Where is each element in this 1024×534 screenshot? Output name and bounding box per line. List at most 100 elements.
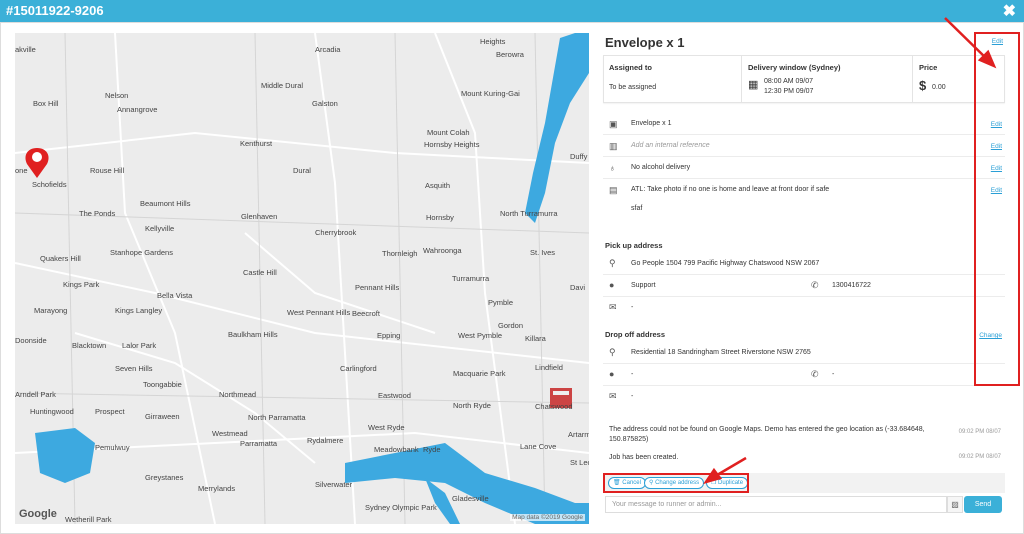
dropoff-phone: - <box>832 371 835 378</box>
change-address-label: Change address <box>655 480 700 486</box>
phone-icon: ✆ <box>811 280 819 290</box>
phone-icon: ✆ <box>811 369 819 379</box>
map-place-label: Kellyville <box>145 224 175 233</box>
message-log: The address could not be found on Google… <box>603 421 1005 473</box>
pickup-phone: 1300416722 <box>832 282 871 289</box>
map-attribution[interactable]: Map data ©2019 Google <box>510 514 585 521</box>
map-place-label: North Parramatta <box>248 413 306 422</box>
map-place-label: Davi <box>570 283 586 292</box>
document-icon: ▤ <box>609 185 618 195</box>
map-place-label: Blacktown <box>72 341 107 350</box>
window-start: 08:00 AM 09/07 <box>764 78 814 85</box>
user-icon: ● <box>609 369 615 379</box>
detail-text: No alcohol delivery <box>631 164 691 171</box>
duplicate-button[interactable]: ❐ Duplicate <box>706 477 749 489</box>
map-place-label: Ryde <box>423 445 441 454</box>
briefcase-icon: ▣ <box>609 119 618 129</box>
map-place-label: Hornsby Heights <box>424 140 480 149</box>
map-place-label: Dural <box>293 166 311 175</box>
map-place-label: North Turramurra <box>500 209 558 218</box>
assigned-value: To be assigned <box>609 84 657 91</box>
edit-package-link[interactable]: Edit <box>992 38 1003 45</box>
message-text: Job has been created. <box>609 454 679 461</box>
calendar-icon: ▦ <box>748 79 759 91</box>
map-place-label: Turramurra <box>452 274 490 283</box>
map-place-label: Chatswood <box>535 402 573 411</box>
job-summary-box: Assigned to To be assigned Delivery wind… <box>603 55 1005 103</box>
map-place-label: Carlingford <box>340 364 377 373</box>
message-time: 09:02 PM 08/07 <box>958 429 1001 435</box>
map-place-label: Macquarie Park <box>453 369 506 378</box>
map-place-label: Pymble <box>488 298 514 307</box>
pickup-email-row: ✉ - <box>603 297 1005 319</box>
map-place-label: Pennant Hills <box>355 283 400 292</box>
dropoff-email: - <box>631 393 634 400</box>
map-place-label: Seven Hills <box>115 364 153 373</box>
map-place-label: Westmead <box>212 429 248 438</box>
map-place-label: Eastwood <box>378 391 411 400</box>
map-place-label: Huntingwood <box>30 407 74 416</box>
detail-text: ATL: Take photo if no one is home and le… <box>631 186 830 193</box>
dropoff-address: Residential 18 Sandringham Street Rivers… <box>631 349 811 356</box>
map-place-label: Kings Langley <box>115 306 163 315</box>
change-address-button[interactable]: ⚲ Change address <box>644 477 705 489</box>
map-place-label: Box Hill <box>33 99 59 108</box>
map-place-label: Kings Park <box>63 280 100 289</box>
map-place-label: Arcadia <box>315 45 341 54</box>
image-icon[interactable]: ▨ <box>947 496 963 513</box>
map-place-label: Duffy <box>570 152 588 161</box>
message-input[interactable]: Your message to runner or admin... <box>605 496 947 513</box>
map-place-label: akville <box>15 45 36 54</box>
dollar-icon: $ <box>919 78 927 93</box>
message-time: 09:02 PM 08/07 <box>958 454 1001 460</box>
map-place-label: Merrylands <box>198 484 236 493</box>
map-place-label: one <box>15 166 28 175</box>
pickup-email: - <box>631 304 634 311</box>
map-place-label: Prospect <box>95 407 125 416</box>
edit-link[interactable]: Edit <box>991 143 1002 150</box>
job-id-title: #15011922-9206 <box>6 3 104 18</box>
action-bar: 🗑 Cancel ⚲ Change address ❐ Duplicate <box>603 473 1005 493</box>
map-place-label: Lalor Park <box>122 341 157 350</box>
map-view[interactable]: akville Arcadia Berowra Box Hill Nelson Middl… <box>15 33 589 524</box>
map-place-label: Stanhope Gardens <box>110 248 173 257</box>
pickup-header: Pick up address <box>605 241 663 250</box>
window-end: 12:30 PM 09/07 <box>764 88 814 95</box>
user-icon: ● <box>609 280 615 290</box>
map-place-label: Beaumont Hills <box>140 199 191 208</box>
map-place-label: Doonside <box>15 336 47 345</box>
map-place-label: Sydney Olympic Park <box>365 503 437 512</box>
cancel-label: Cancel <box>622 480 641 486</box>
location-pin-icon: ⚲ <box>609 347 616 357</box>
detail-text: Envelope x 1 <box>631 120 672 127</box>
map-place-label: Mount Colah <box>427 128 470 137</box>
pickup-contact-row: ● Support ✆ 1300416722 <box>603 275 1005 297</box>
map-place-label: Kenthurst <box>240 139 273 148</box>
map-place-label: The Ponds <box>79 209 116 218</box>
edit-link[interactable]: Edit <box>991 165 1002 172</box>
detail-text[interactable]: Add an internal reference <box>631 142 710 149</box>
job-details-panel: Envelope x 1 Edit Assigned to To be assi… <box>603 33 1005 524</box>
edit-link[interactable]: Edit <box>991 187 1002 194</box>
map-place-label: St. Ives <box>530 248 556 257</box>
barcode-icon: ▥ <box>609 141 618 151</box>
map-place-label: Cherrybrook <box>315 228 357 237</box>
map-place-label: Beecroft <box>352 309 380 318</box>
pickup-address: Go People 1504 799 Pacific Highway Chats… <box>631 260 820 267</box>
bottle-icon: ♁ <box>609 163 616 173</box>
cancel-button[interactable]: 🗑 Cancel <box>608 477 646 489</box>
map-place-label: Annangrove <box>117 105 158 114</box>
map-place-label: Wahroonga <box>423 246 462 255</box>
send-button[interactable]: Send <box>964 496 1002 513</box>
map-place-label: Quakers Hill <box>40 254 81 263</box>
map-place-label: Arndell Park <box>15 390 56 399</box>
map-place-label: Greystanes <box>145 473 184 482</box>
edit-link[interactable]: Edit <box>991 121 1002 128</box>
map-place-label: Mount Kuring-Gai <box>461 89 520 98</box>
close-icon[interactable]: ✖ <box>1003 1 1016 21</box>
envelope-icon: ✉ <box>609 391 617 401</box>
change-address-link[interactable]: Change <box>979 332 1002 339</box>
modal-header: #15011922-9206 ✖ <box>0 0 1024 22</box>
delivery-window-header: Delivery window (Sydney) <box>748 63 841 72</box>
map-place-label: Berowra <box>496 50 524 59</box>
